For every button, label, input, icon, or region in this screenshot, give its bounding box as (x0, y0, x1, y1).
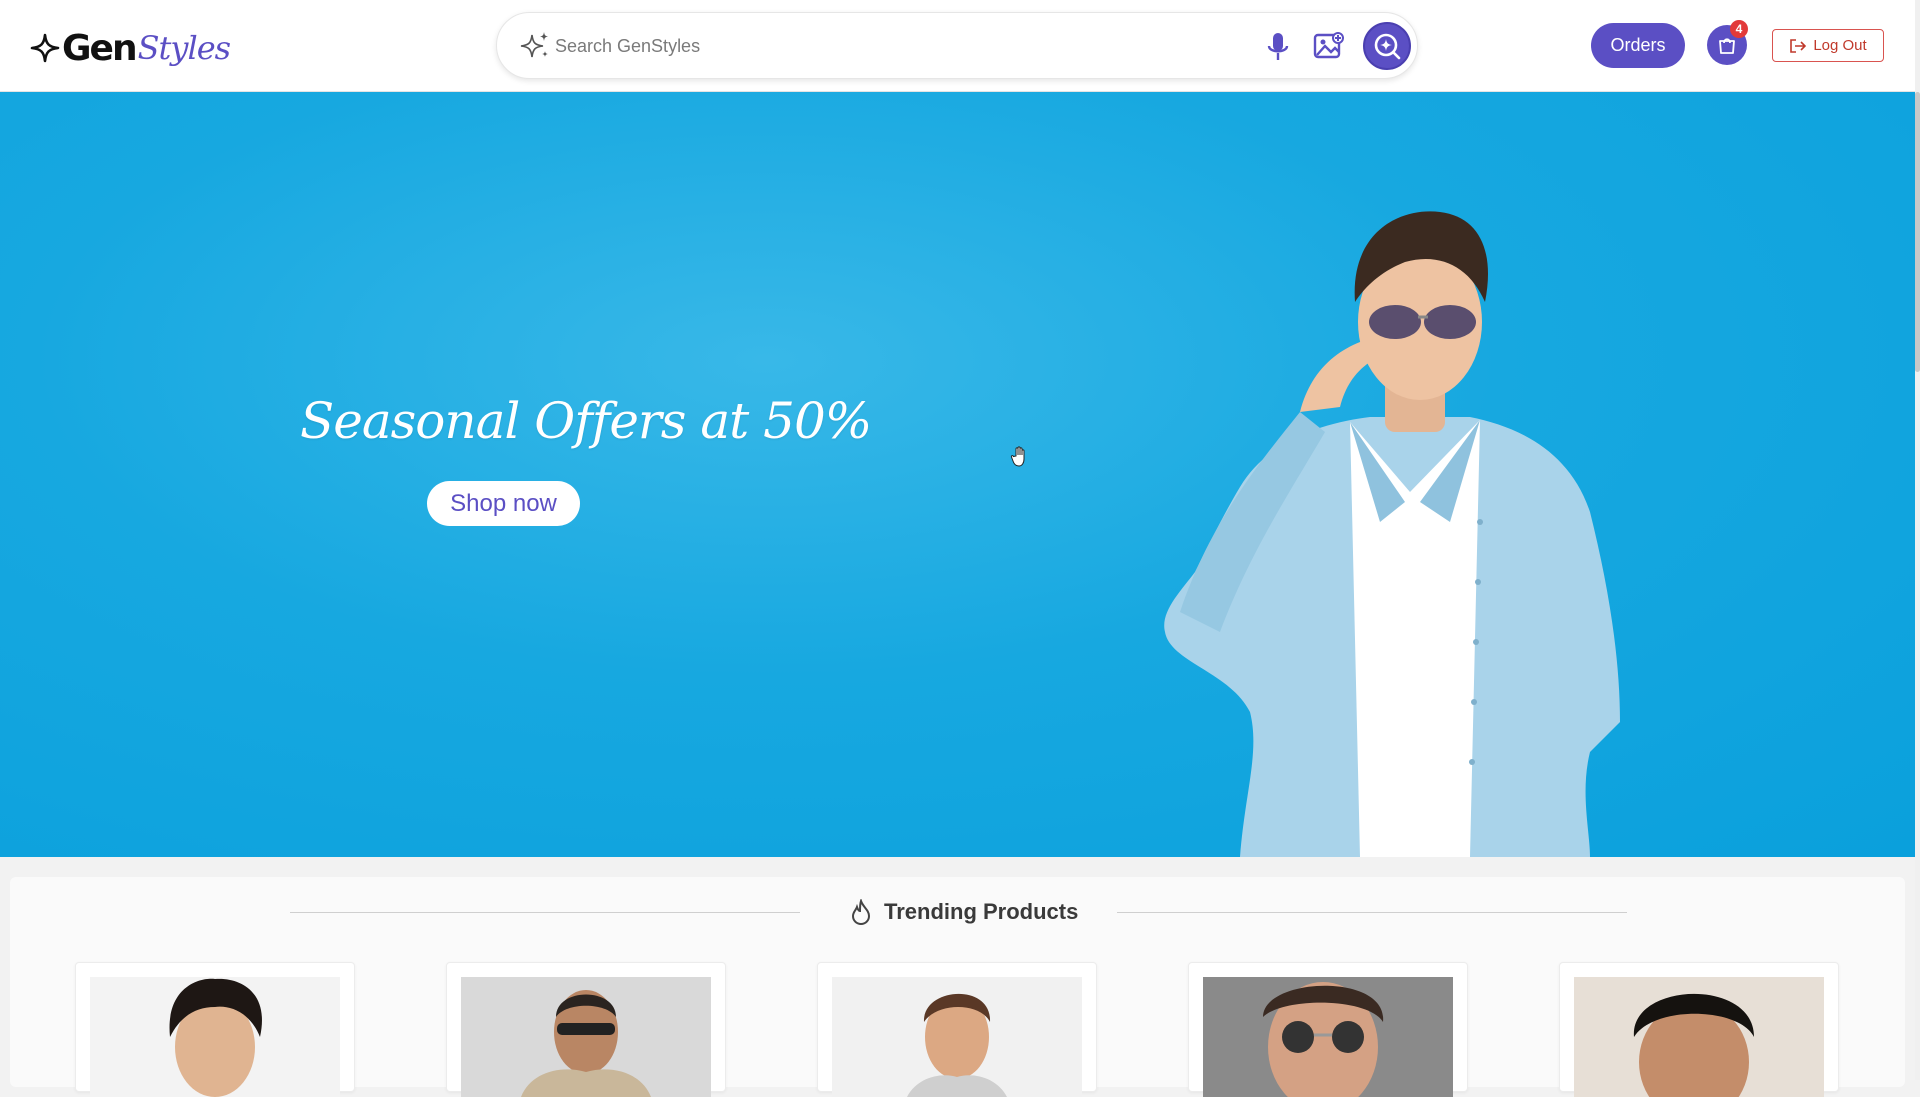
product-image (832, 977, 1082, 1097)
product-card[interactable] (75, 962, 355, 1097)
flame-icon (851, 899, 871, 925)
cart-icon (1719, 38, 1735, 54)
top-header: Gen Styles Orders (0, 0, 1915, 92)
trending-title: Trending Products (884, 899, 1079, 924)
product-card[interactable] (446, 962, 726, 1097)
hero-model-image (1164, 211, 1620, 857)
hero-banner: Seasonal Offers at 50% Shop now (0, 92, 1915, 857)
ai-search-button[interactable] (1363, 22, 1411, 70)
product-image (90, 977, 340, 1097)
logout-button[interactable]: Log Out (1772, 29, 1884, 62)
shop-now-button[interactable]: Shop now (427, 481, 580, 526)
divider-left (290, 912, 800, 913)
sparkle-icon (520, 32, 548, 58)
scrollbar-thumb[interactable] (1915, 92, 1920, 372)
page-scrollbar[interactable] (1915, 0, 1920, 1080)
logo-styles-text: Styles (137, 29, 231, 67)
trending-heading: Trending Products (850, 895, 1078, 929)
product-image (1574, 977, 1824, 1097)
mic-icon[interactable] (1263, 31, 1293, 63)
product-image (1203, 977, 1453, 1097)
hand-cursor-icon (1010, 446, 1025, 467)
logo-star-icon (30, 33, 60, 63)
cart-count-badge: 4 (1730, 20, 1748, 38)
search-bar (496, 12, 1418, 79)
product-card[interactable] (817, 962, 1097, 1097)
product-image (461, 977, 711, 1097)
search-input[interactable] (555, 29, 1155, 63)
trending-section: Trending Products (10, 877, 1905, 1097)
divider-right (1117, 912, 1627, 913)
hero-title: Seasonal Offers at 50% (300, 392, 872, 450)
genstyles-logo[interactable]: Gen Styles (30, 22, 231, 74)
logo-gen-text: Gen (62, 27, 138, 69)
orders-button[interactable]: Orders (1591, 23, 1685, 68)
logout-label: Log Out (1813, 37, 1867, 54)
ai-search-icon (1374, 33, 1401, 60)
logout-icon (1790, 38, 1807, 53)
product-card[interactable] (1559, 962, 1839, 1097)
product-card[interactable] (1188, 962, 1468, 1097)
image-search-icon[interactable] (1313, 30, 1345, 62)
